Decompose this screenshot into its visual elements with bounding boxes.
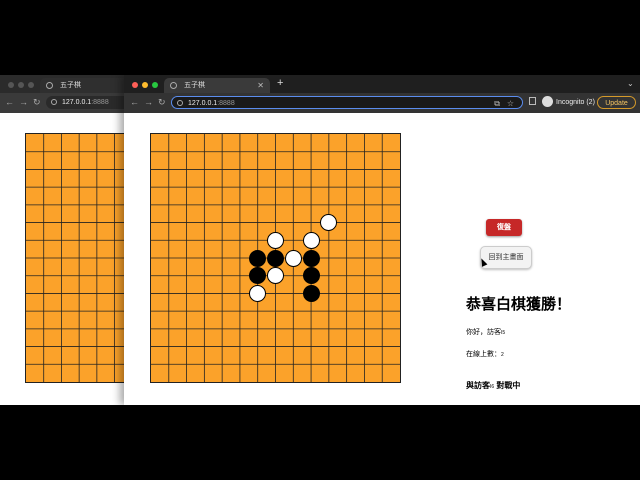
black-stone: [302, 249, 320, 267]
back-url-host: 127.0.0.1: [62, 99, 92, 106]
back-address-bar[interactable]: 127.0.0.1:8888: [46, 96, 130, 109]
back-browser-window: 五子棋 ← → ↻ 127.0.0.1:8888: [0, 75, 130, 405]
back-tab-bar: 五子棋: [0, 75, 130, 93]
reload-icon[interactable]: ↻: [33, 97, 41, 107]
back-page-content: [0, 113, 130, 405]
install-app-icon[interactable]: ⧉: [494, 97, 500, 110]
black-stone: [267, 249, 284, 267]
black-stone: [249, 249, 267, 267]
greeting-prefix: 你好，訪客: [466, 329, 501, 336]
back-url-port: :8888: [91, 99, 109, 106]
white-stone: [249, 284, 267, 302]
back-tab-title: 五子棋: [60, 82, 81, 89]
front-tab-title: 五子棋: [184, 82, 205, 89]
globe-icon: [46, 82, 53, 89]
online-count-line: 在線上數：2: [466, 349, 504, 359]
front-tab-bar: 五子棋 ✕ + ⌄: [124, 75, 640, 93]
window-zoom-dot[interactable]: [28, 82, 34, 88]
vs-suffix: 對戰中: [494, 381, 521, 390]
reload-icon[interactable]: ↻: [158, 97, 166, 107]
front-url-port: :8888: [217, 100, 235, 107]
front-toolbar: ← → ↻ 127.0.0.1:8888 ⧉ ☆ Incognito (2) U…: [124, 93, 640, 113]
incognito-icon: [542, 96, 553, 107]
update-button[interactable]: Update: [597, 96, 636, 109]
new-tab-icon[interactable]: +: [277, 77, 283, 89]
opponent-line: 與訪客I6 對戰中: [466, 380, 520, 391]
window-minimize-dot[interactable]: [18, 82, 24, 88]
undo-button[interactable]: 復盤: [486, 219, 522, 236]
white-stone: [302, 231, 320, 249]
vs-prefix: 與訪客: [466, 381, 490, 390]
forward-arrow-icon[interactable]: →: [19, 97, 28, 107]
front-browser-window: 五子棋 ✕ + ⌄ ← → ↻ 127.0.0.1:8888 ⧉ ☆ Incog…: [124, 75, 640, 405]
white-stone: [267, 231, 284, 249]
back-arrow-icon[interactable]: ←: [130, 97, 139, 107]
greeting-line: 你好，訪客I5: [466, 327, 505, 337]
back-arrow-icon[interactable]: ←: [5, 97, 14, 107]
forward-arrow-icon[interactable]: →: [144, 97, 153, 107]
back-to-home-button[interactable]: 回到主畫面: [480, 246, 532, 269]
greeting-id: I5: [501, 330, 506, 336]
online-prefix: 在線上數：: [466, 351, 501, 358]
online-count: 2: [501, 352, 504, 358]
window-zoom-dot[interactable]: [152, 82, 158, 88]
black-stone: [302, 284, 320, 302]
incognito-label[interactable]: Incognito (2): [556, 93, 595, 113]
win-message: 恭喜白棋獲勝！: [466, 296, 572, 313]
white-stone: [284, 249, 302, 267]
window-close-dot[interactable]: [132, 82, 138, 88]
sidebar-icon[interactable]: [529, 97, 536, 105]
black-stone: [302, 267, 320, 285]
bookmark-star-icon[interactable]: ☆: [507, 97, 514, 110]
back-toolbar: ← → ↻ 127.0.0.1:8888: [0, 93, 130, 113]
site-info-icon[interactable]: [51, 99, 57, 105]
front-tab[interactable]: 五子棋 ✕: [164, 78, 270, 93]
back-gomoku-board[interactable]: [25, 133, 130, 383]
front-url-host: 127.0.0.1: [188, 100, 218, 107]
board-grid: [26, 134, 130, 382]
tab-search-chevron-icon[interactable]: ⌄: [627, 79, 634, 88]
site-info-icon[interactable]: [177, 100, 183, 106]
gomoku-board[interactable]: [150, 133, 401, 383]
tab-close-icon[interactable]: ✕: [257, 78, 264, 93]
globe-icon: [170, 82, 177, 89]
window-close-dot[interactable]: [8, 82, 14, 88]
back-tab[interactable]: 五子棋: [40, 78, 130, 93]
front-address-bar[interactable]: 127.0.0.1:8888 ⧉ ☆: [171, 96, 523, 109]
front-page-content: 復盤 回到主畫面 恭喜白棋獲勝！ 你好，訪客I5 在線上數：2 與訪客I6 對戰…: [124, 113, 640, 405]
window-minimize-dot[interactable]: [142, 82, 148, 88]
